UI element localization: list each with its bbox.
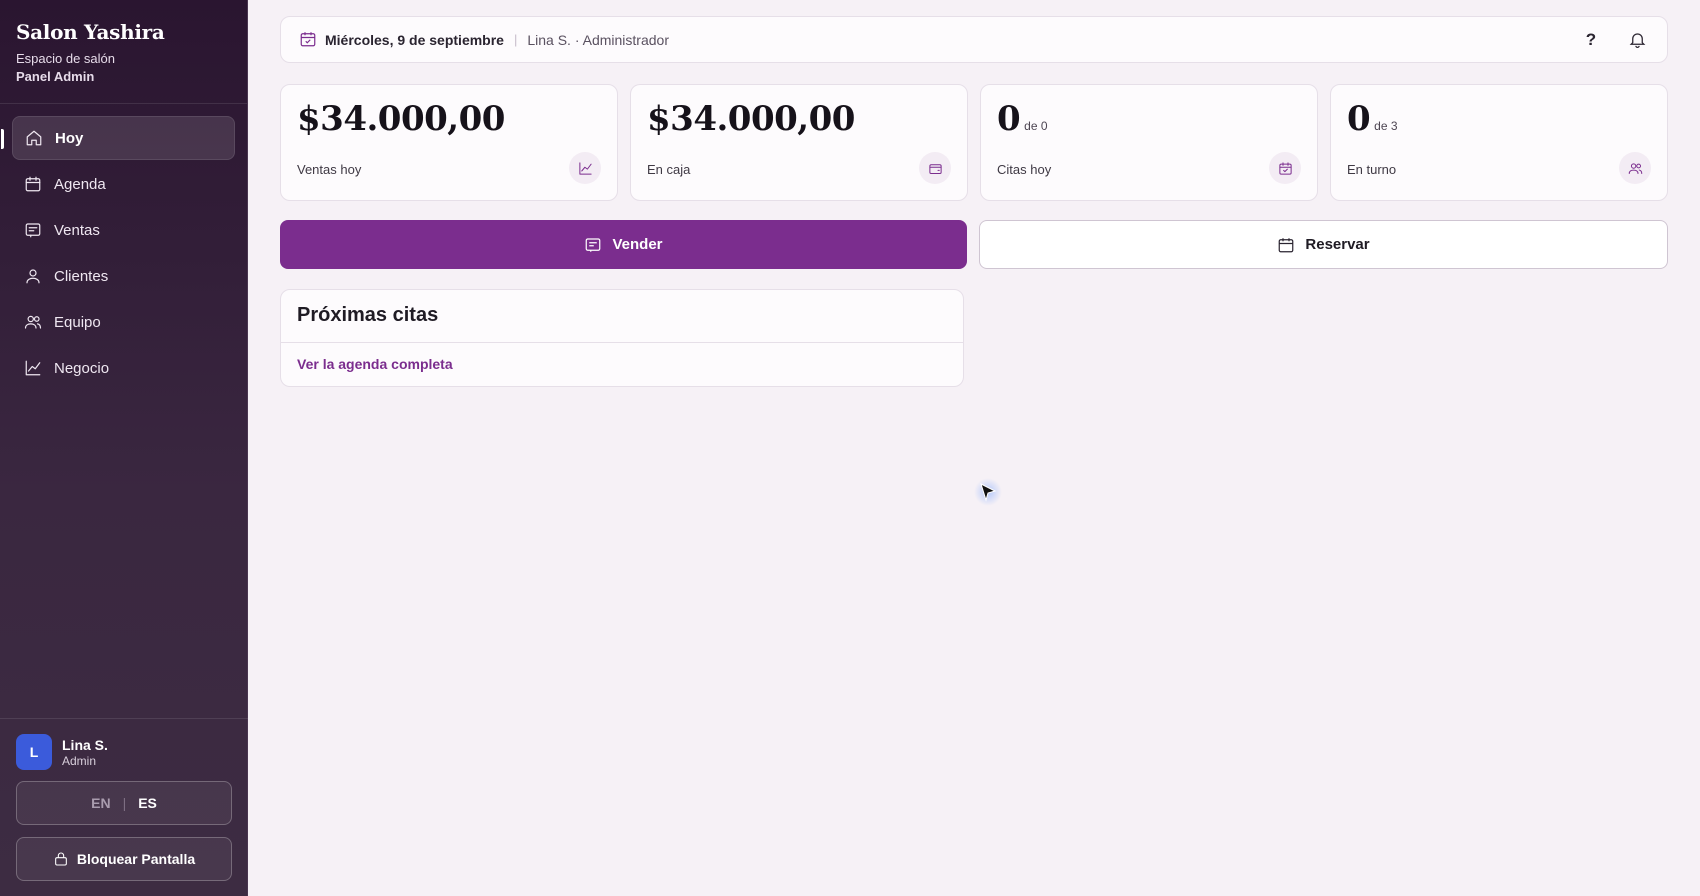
avatar: L [16, 734, 52, 770]
home-icon [25, 129, 43, 147]
stat-value: 0 de 3 [1347, 99, 1398, 139]
sidebar-item-label: Equipo [54, 313, 101, 331]
sidebar-item-clientes[interactable]: Clientes [12, 254, 235, 298]
sidebar-item-label: Hoy [55, 129, 84, 147]
top-actions: ? [1576, 17, 1647, 62]
stat-label: Ventas hoy [297, 162, 362, 177]
view-full-agenda-link[interactable]: Ver la agenda completa [281, 343, 963, 385]
brand-name: Salon Yashira [16, 20, 165, 44]
help-button[interactable]: ? [1576, 30, 1606, 50]
bell-icon[interactable] [1628, 30, 1647, 49]
pointer-icon [980, 483, 997, 502]
language-switcher: EN | ES [16, 781, 232, 825]
chart-icon [569, 152, 601, 184]
stat-card-cash: $34.000,00 En caja [630, 84, 968, 201]
lock-icon [54, 852, 67, 866]
user-role: Admin [62, 753, 97, 768]
stat-value: 0 de 0 [997, 99, 1048, 139]
action-buttons: Vender Reservar [280, 220, 1668, 269]
sidebar-item-label: Agenda [54, 175, 106, 193]
calendar-icon [1279, 237, 1294, 252]
book-button[interactable]: Reservar [979, 220, 1668, 269]
stats-row: $34.000,00 Ventas hoy $34.000,00 En caja… [280, 84, 1668, 201]
sidebar-nav: Hoy Agenda Ventas Clientes Equipo Negoci… [0, 104, 247, 404]
upcoming-appointments-card: Próximas citas Ver la agenda completa [280, 289, 964, 387]
sidebar-item-equipo[interactable]: Equipo [12, 300, 235, 344]
sidebar-item-ventas[interactable]: Ventas [12, 208, 235, 252]
sidebar-item-negocio[interactable]: Negocio [12, 346, 235, 390]
brand-panel: Panel Admin [16, 69, 95, 84]
brand-subtitle: Espacio de salón [16, 51, 116, 66]
stat-value: $34.000,00 [297, 99, 505, 139]
users-icon [24, 313, 42, 331]
user-name: Lina S. [62, 736, 108, 753]
sidebar-item-agenda[interactable]: Agenda [12, 162, 235, 206]
sell-button-label: Vender [612, 236, 663, 253]
current-date: Miércoles, 9 de septiembre [325, 31, 504, 48]
stat-label: Citas hoy [997, 162, 1052, 177]
mouse-cursor [974, 478, 1002, 506]
user-icon [24, 267, 42, 285]
lock-screen-button[interactable]: Bloquear Pantalla [16, 837, 232, 881]
wallet-icon [919, 152, 951, 184]
receipt-icon [24, 221, 42, 239]
card-title: Próximas citas [281, 290, 963, 343]
sidebar-item-hoy[interactable]: Hoy [1, 116, 235, 160]
lang-es-button[interactable]: ES [138, 795, 157, 811]
users-icon [1619, 152, 1651, 184]
sidebar-footer: L Lina S. Admin EN | ES Bloquear Pantall… [0, 718, 248, 896]
book-button-label: Reservar [1305, 236, 1370, 253]
lock-screen-label: Bloquear Pantalla [76, 851, 196, 867]
stat-label: En caja [647, 162, 691, 177]
sidebar: Salon Yashira Espacio de salón Panel Adm… [0, 0, 248, 896]
user-profile[interactable]: L Lina S. Admin [16, 733, 232, 771]
sidebar-item-label: Clientes [54, 267, 109, 285]
top-separator: | [513, 32, 518, 47]
stat-card-on-shift: 0 de 3 En turno [1330, 84, 1668, 201]
calendar-check-icon [299, 27, 325, 53]
stat-value: $34.000,00 [647, 99, 855, 139]
lang-en-button[interactable]: EN [91, 795, 110, 811]
current-user: Lina S. · Administrador [527, 31, 669, 48]
stat-label: En turno [1347, 162, 1397, 177]
lang-separator: | [122, 795, 127, 811]
chart-line-icon [24, 359, 42, 377]
stat-card-sales: $34.000,00 Ventas hoy [280, 84, 618, 201]
calendar-check-icon [1269, 152, 1301, 184]
sidebar-item-label: Negocio [54, 359, 110, 377]
calendar-icon [24, 175, 42, 193]
brand: Salon Yashira Espacio de salón Panel Adm… [0, 0, 247, 104]
sell-button[interactable]: Vender [280, 220, 967, 269]
top-bar: Miércoles, 9 de septiembre | Lina S. · A… [280, 16, 1668, 63]
sidebar-item-label: Ventas [54, 221, 100, 239]
stat-card-appointments: 0 de 0 Citas hoy [980, 84, 1318, 201]
receipt-icon [586, 237, 601, 252]
